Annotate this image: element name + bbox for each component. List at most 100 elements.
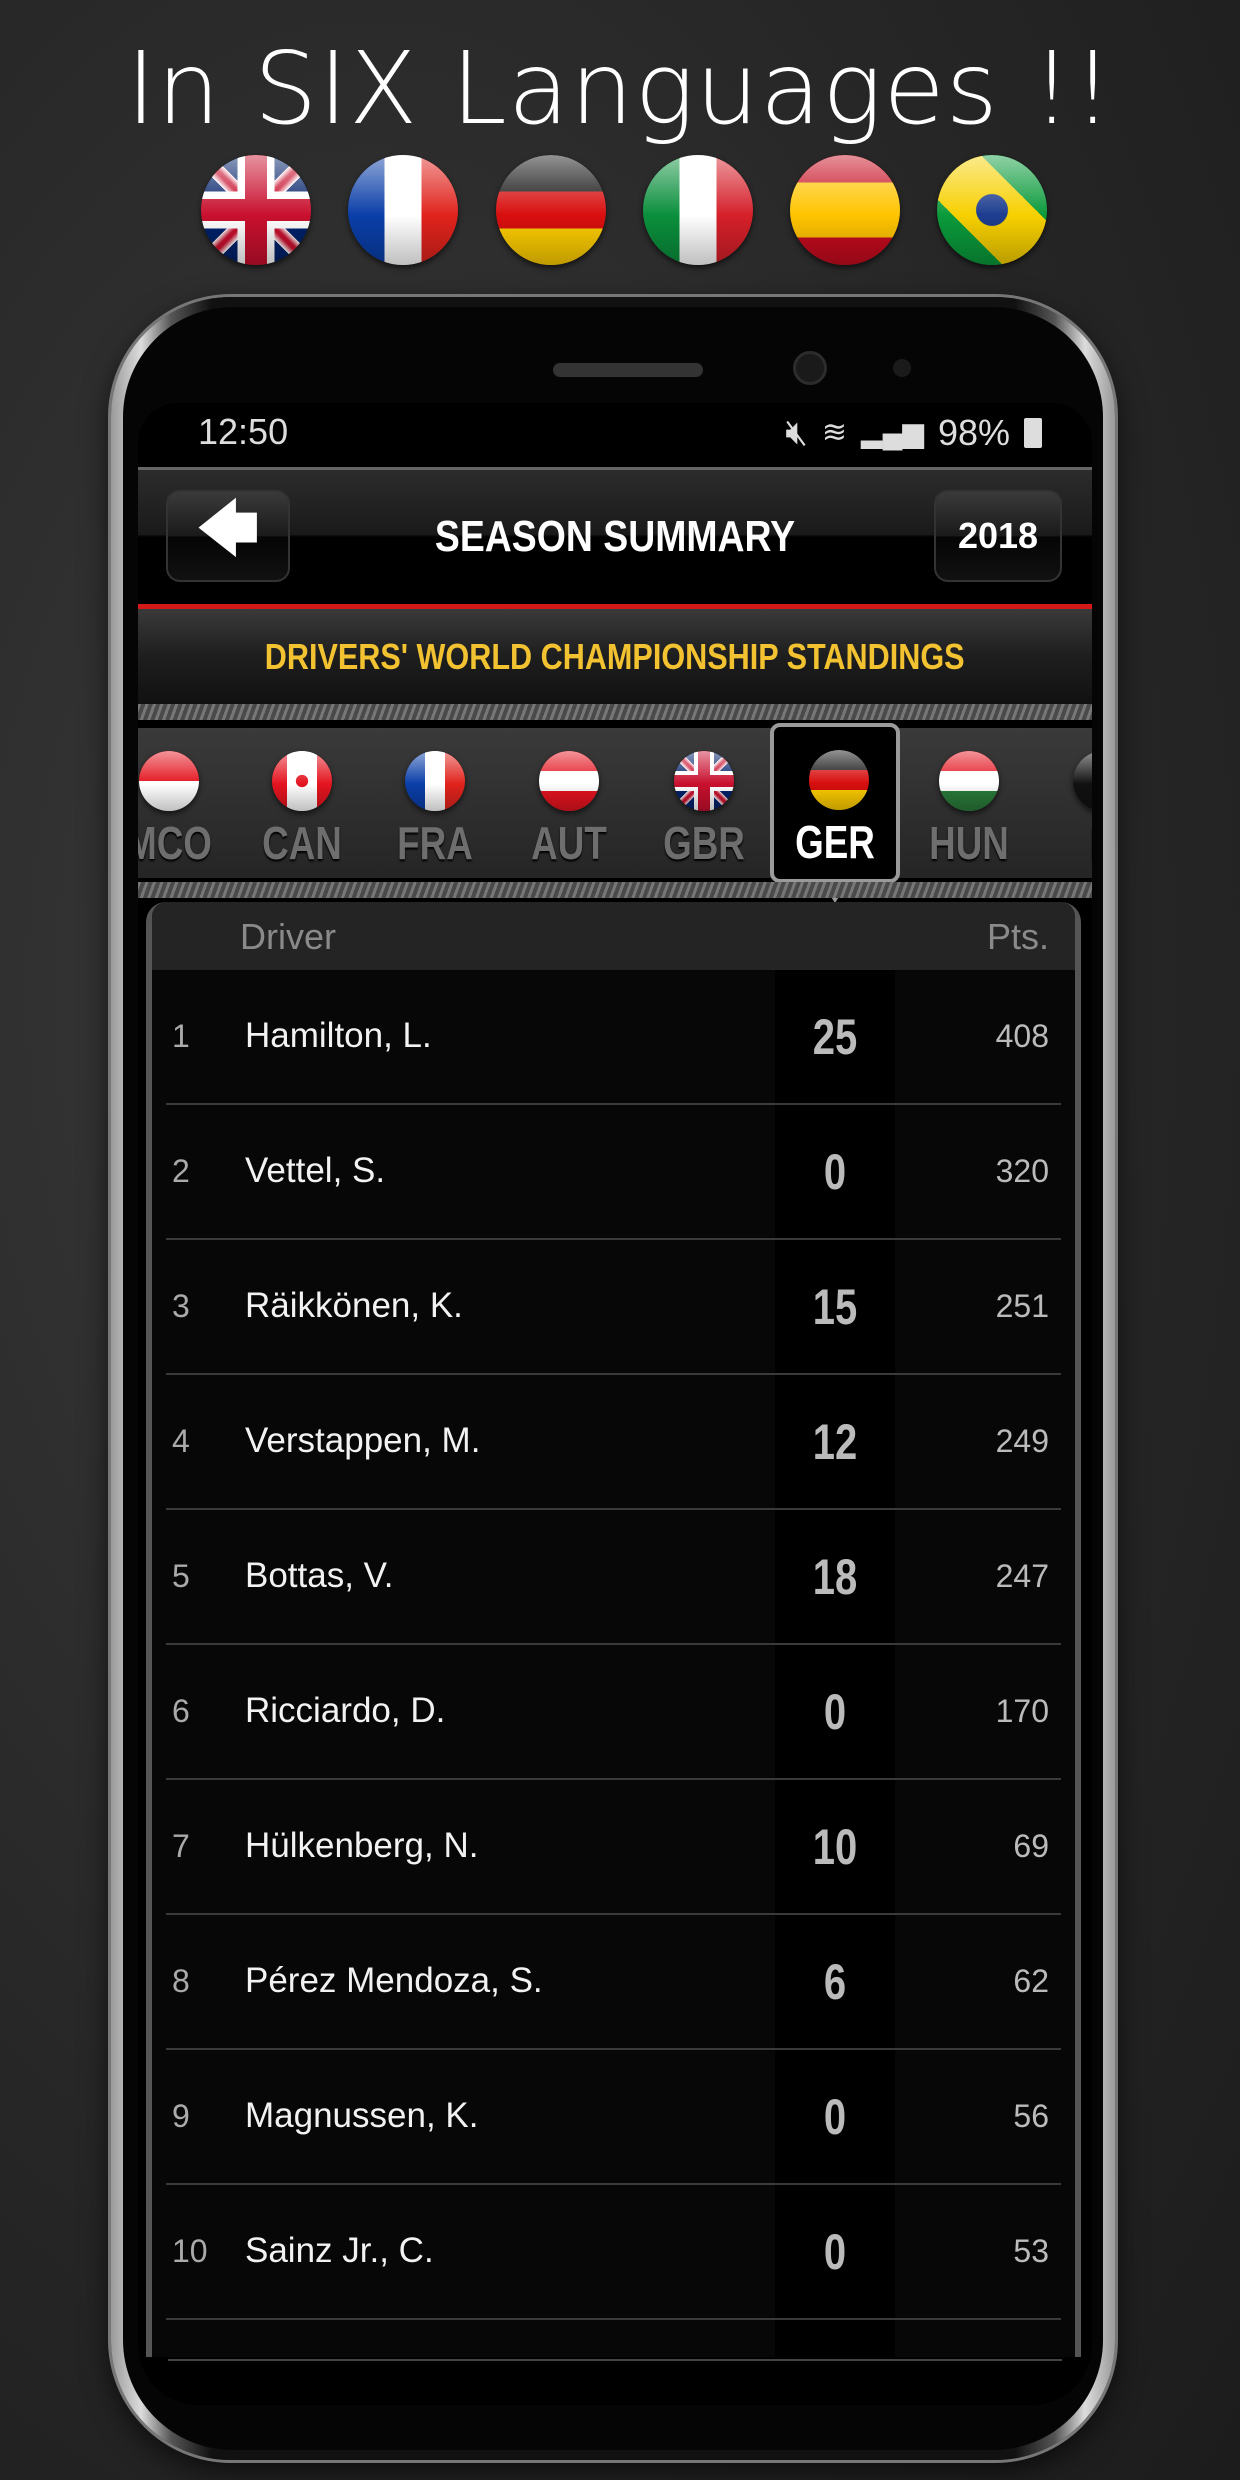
sensor	[893, 359, 911, 377]
table-header: Driver Pts.	[152, 902, 1075, 970]
mute-icon: 🔇︎	[785, 411, 808, 452]
table-row[interactable]: 10 Sainz Jr., C. 0 53	[152, 2185, 1075, 2320]
bra-flag-icon	[937, 155, 1047, 265]
total-points: 408	[995, 1018, 1049, 1054]
driver-name: Verstappen, M.	[245, 1421, 481, 1460]
position: 5	[172, 1558, 190, 1594]
table-row[interactable]: 3 Räikkönen, K. 15 251	[152, 1240, 1075, 1375]
race-tab-label: AUT	[531, 817, 607, 869]
ger-flag-icon	[496, 155, 606, 265]
race-points: 15	[812, 1279, 858, 1335]
race-tab-ger[interactable]: GER	[770, 723, 900, 903]
driver-name: Sainz Jr., C.	[245, 2231, 434, 2270]
front-camera	[793, 351, 827, 385]
position: 9	[172, 2098, 190, 2134]
table-row[interactable]: 2 Vettel, S. 0 320	[152, 1105, 1075, 1240]
driver-name: Bottas, V.	[245, 1556, 394, 1595]
position: 7	[172, 1828, 190, 1864]
driver-name: Vettel, S.	[245, 1151, 386, 1190]
total-points: 53	[1013, 2233, 1049, 2269]
race-points: 6	[823, 1954, 847, 2010]
battery-percent: 98%	[937, 411, 1010, 453]
can-flag-icon	[272, 751, 332, 811]
bottom-divider	[168, 2359, 1062, 2361]
race-points: 25	[812, 1009, 858, 1065]
driver-name: Ricciardo, D.	[245, 1691, 446, 1730]
column-header-driver: Driver	[240, 916, 336, 957]
race-tab-mco[interactable]: MCO	[138, 728, 234, 878]
position: 10	[172, 2233, 208, 2269]
total-points: 62	[1013, 1963, 1049, 1999]
race-tab-label: HUN	[929, 817, 1009, 869]
position: 3	[172, 1288, 190, 1324]
wifi-icon: ≋	[821, 416, 848, 449]
race-tab-label: FRA	[397, 817, 473, 869]
total-points: 251	[995, 1288, 1049, 1324]
race-points: 0	[823, 2089, 847, 2145]
table-row[interactable]: 6 Ricciardo, D. 0 170	[152, 1645, 1075, 1780]
column-header-points: Pts.	[986, 916, 1049, 957]
position: 2	[172, 1153, 190, 1189]
race-points: 0	[823, 1684, 847, 1740]
battery-icon	[1024, 417, 1042, 448]
race-tab-gbr[interactable]: GBR	[639, 728, 769, 878]
divider-strip	[138, 704, 1092, 720]
driver-name: Hamilton, L.	[245, 1016, 432, 1055]
race-points: 0	[823, 1144, 847, 1200]
page-title: SEASON SUMMARY	[434, 512, 796, 561]
total-points: 56	[1013, 2098, 1049, 2134]
driver-name: Magnussen, K.	[245, 2096, 479, 2135]
year-selector-button[interactable]: 2018	[934, 490, 1062, 582]
race-tab-label: GBR	[663, 817, 745, 869]
ita-flag-icon	[643, 155, 753, 265]
total-points: 69	[1013, 1828, 1049, 1864]
subtitle-band: DRIVERS' WORLD CHAMPIONSHIP STANDINGS	[138, 609, 1092, 704]
race-tab-label: CAN	[262, 817, 342, 869]
race-tab-fra[interactable]: FRA	[370, 728, 500, 878]
driver-name: Hülkenberg, N.	[245, 1826, 479, 1865]
gbr-flag-icon	[674, 751, 734, 811]
table-row[interactable]: 7 Hülkenberg, N. 10 69	[152, 1780, 1075, 1915]
race-points: 0	[823, 2224, 847, 2280]
signal-icon: ▂▄▆	[861, 417, 924, 448]
total-points: 249	[995, 1423, 1049, 1459]
race-tab-aut[interactable]: AUT	[504, 728, 634, 878]
race-tab-label: GER	[795, 816, 875, 868]
table-row[interactable]: 4 Verstappen, M. 12 249	[152, 1375, 1075, 1510]
gbr-flag-icon	[201, 155, 311, 265]
ger-flag-icon	[809, 750, 869, 810]
position: 1	[172, 1018, 190, 1054]
race-tab-can[interactable]: CAN	[237, 728, 367, 878]
driver-name: Pérez Mendoza, S.	[245, 1961, 543, 2000]
fra-flag-icon	[405, 751, 465, 811]
race-tab-hun[interactable]: HUN	[904, 728, 1034, 878]
race-tabs[interactable]: MCO CAN FRA AUT GBR GER HUN B	[138, 723, 1092, 903]
earpiece	[553, 363, 703, 377]
status-bar: 12:50 🔇︎ ≋ ▂▄▆ 98%	[138, 403, 1092, 463]
race-tab-label: B	[1043, 816, 1092, 870]
esp-flag-icon	[790, 155, 900, 265]
table-row[interactable]: 5 Bottas, V. 18 247	[152, 1510, 1075, 1645]
app-screen: 12:50 🔇︎ ≋ ▂▄▆ 98% 🡄 SEASON SUMMARY 2018…	[138, 403, 1092, 2405]
status-time: 12:50	[198, 411, 289, 452]
driver-name: Räikkönen, K.	[245, 1286, 463, 1325]
bel-flag-icon	[1073, 751, 1092, 811]
standings-subtitle: DRIVERS' WORLD CHAMPIONSHIP STANDINGS	[265, 635, 965, 677]
nav-bar: 🡄 SEASON SUMMARY 2018	[138, 467, 1092, 604]
hun-flag-icon	[939, 751, 999, 811]
position: 8	[172, 1963, 190, 1999]
total-points: 247	[995, 1558, 1049, 1594]
aut-flag-icon	[539, 751, 599, 811]
position: 6	[172, 1693, 190, 1729]
fra-flag-icon	[348, 155, 458, 265]
total-points: 320	[995, 1153, 1049, 1189]
table-row[interactable]: 8 Pérez Mendoza, S. 6 62	[152, 1915, 1075, 2050]
mco-flag-icon	[139, 751, 199, 811]
divider-strip	[138, 882, 1092, 898]
table-row[interactable]: 1 Hamilton, L. 25 408	[152, 970, 1075, 1105]
language-flags	[0, 155, 1240, 267]
total-points: 170	[995, 1693, 1049, 1729]
table-row[interactable]: 9 Magnussen, K. 0 56	[152, 2050, 1075, 2185]
race-tab-b[interactable]: B	[1038, 728, 1092, 878]
race-points: 12	[812, 1414, 858, 1470]
